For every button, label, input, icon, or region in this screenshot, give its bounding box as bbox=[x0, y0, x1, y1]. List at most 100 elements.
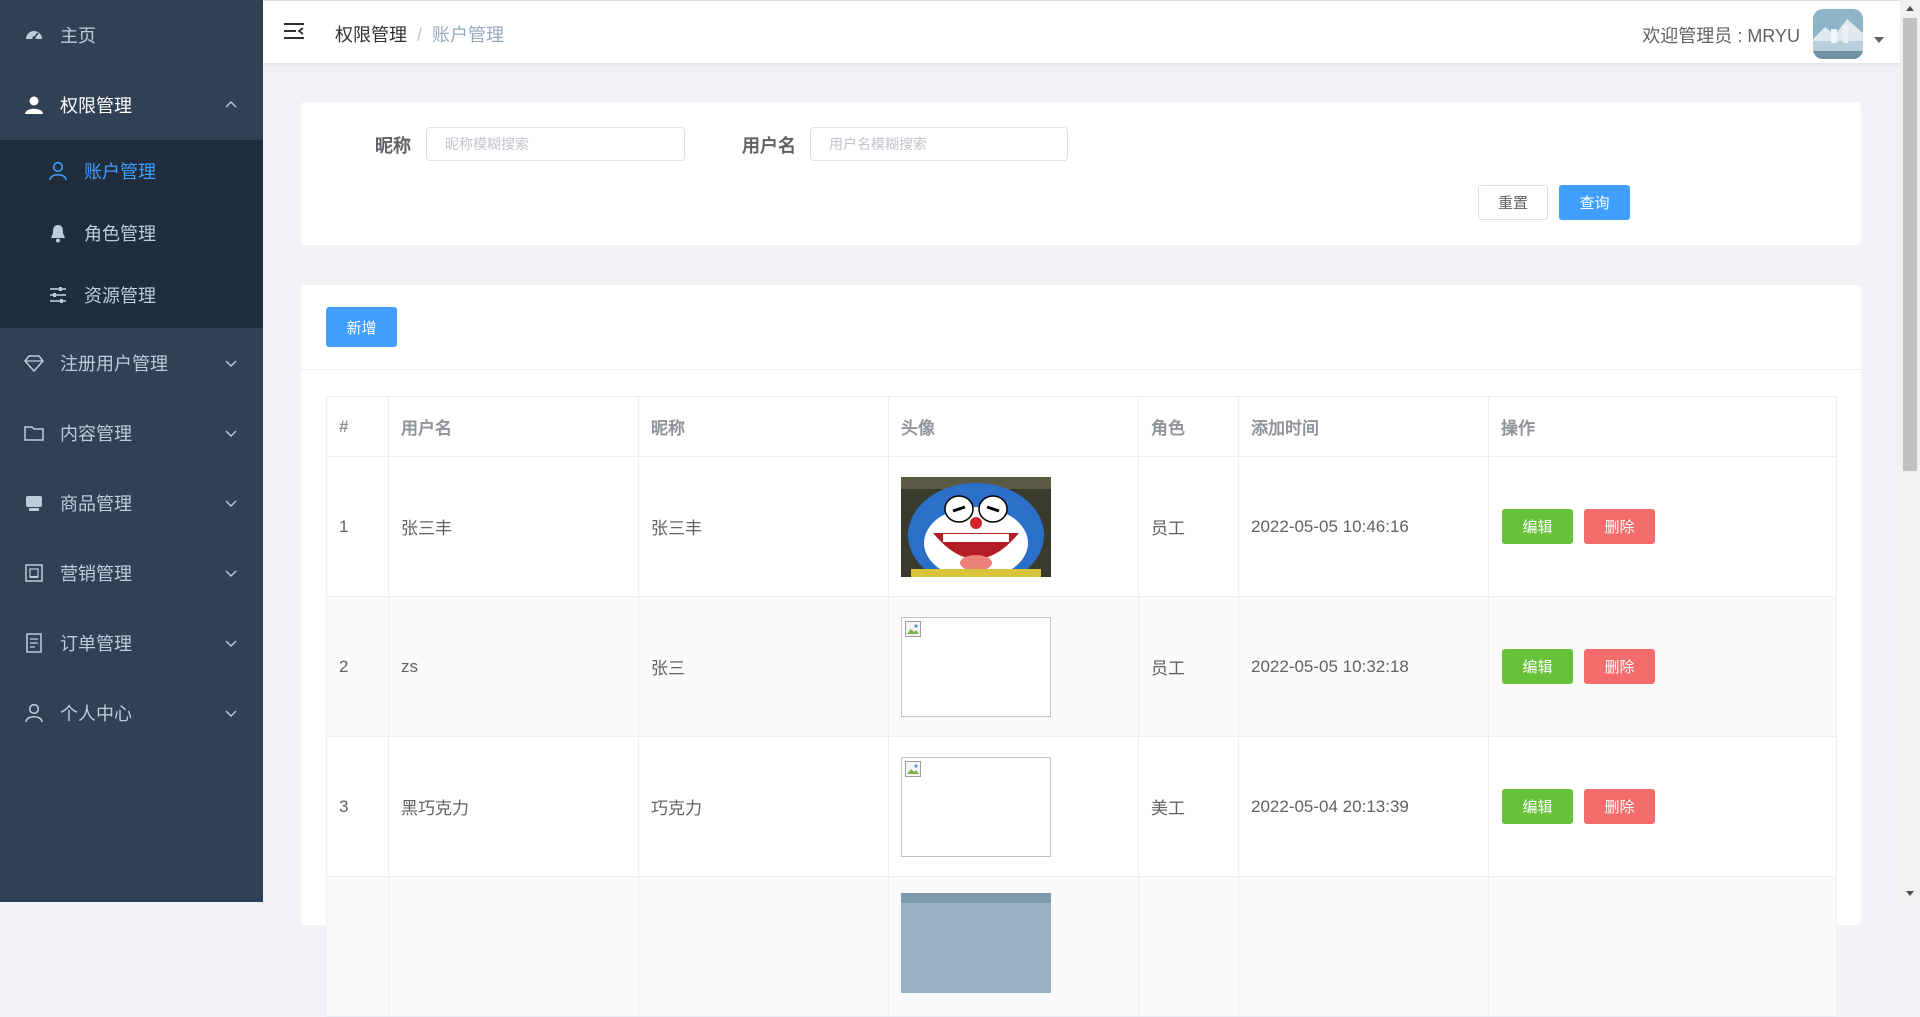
menu-item-registered-users[interactable]: 注册用户管理 bbox=[0, 328, 263, 398]
cell-nickname: 巧克力 bbox=[639, 737, 889, 876]
cell-index bbox=[326, 877, 389, 1016]
edit-button[interactable]: 编辑 bbox=[1502, 649, 1573, 684]
submenu-item-account[interactable]: 账户管理 bbox=[0, 140, 263, 202]
cell-role: 员工 bbox=[1139, 457, 1239, 596]
menu-label-profile: 个人中心 bbox=[60, 704, 132, 724]
cell-avatar bbox=[889, 737, 1139, 876]
delete-button[interactable]: 删除 bbox=[1584, 789, 1655, 824]
menu-item-content[interactable]: 内容管理 bbox=[0, 398, 263, 468]
chevron-down-icon bbox=[225, 640, 237, 647]
scroll-down-arrow-icon[interactable] bbox=[1906, 891, 1914, 896]
search-form-card: 昵称 昵称模糊搜索 用户名 用户名模糊搜索 重置 查询 bbox=[301, 102, 1861, 245]
cell-created bbox=[1239, 877, 1489, 1016]
marketing-icon bbox=[24, 563, 44, 583]
scrollbar-thumb[interactable] bbox=[1903, 18, 1917, 471]
avatar-image-doraemon bbox=[901, 476, 1051, 577]
delete-button[interactable]: 删除 bbox=[1584, 649, 1655, 684]
cell-actions: 编辑 删除 bbox=[1489, 597, 1837, 736]
user-outline-icon bbox=[48, 161, 68, 181]
menu-item-goods[interactable]: 商品管理 bbox=[0, 468, 263, 538]
column-header-nickname: 昵称 bbox=[639, 397, 889, 456]
submenu-item-role[interactable]: 角色管理 bbox=[0, 202, 263, 264]
nickname-label: 昵称 bbox=[375, 136, 411, 156]
broken-image-icon bbox=[905, 620, 921, 637]
cell-actions: 编辑 删除 bbox=[1489, 737, 1837, 876]
cell-nickname: 张三 bbox=[639, 597, 889, 736]
username-label: 用户名 bbox=[742, 136, 796, 156]
goods-icon bbox=[24, 493, 44, 513]
scroll-up-arrow-icon[interactable] bbox=[1906, 6, 1914, 11]
cell-actions: 编辑 删除 bbox=[1489, 457, 1837, 596]
top-navbar: 权限管理 / 账户管理 欢迎管理员 : MRYU bbox=[263, 0, 1920, 63]
broken-image-icon bbox=[905, 760, 921, 777]
cell-avatar bbox=[889, 457, 1139, 596]
submenu-label-resource: 资源管理 bbox=[84, 286, 156, 306]
nickname-search-input[interactable]: 昵称模糊搜索 bbox=[426, 127, 685, 161]
cell-avatar bbox=[889, 597, 1139, 736]
chevron-down-icon bbox=[225, 570, 237, 577]
page-scrollbar[interactable] bbox=[1900, 0, 1920, 902]
sliders-icon bbox=[48, 285, 68, 305]
folder-icon bbox=[24, 423, 44, 443]
column-header-index: # bbox=[326, 397, 389, 456]
menu-item-marketing[interactable]: 营销管理 bbox=[0, 538, 263, 608]
chevron-down-icon bbox=[225, 500, 237, 507]
reset-button[interactable]: 重置 bbox=[1478, 185, 1548, 220]
menu-label-marketing: 营销管理 bbox=[60, 564, 132, 584]
menu-item-home[interactable]: 主页 bbox=[0, 0, 263, 70]
dashboard-icon bbox=[24, 25, 44, 45]
chevron-up-icon bbox=[225, 101, 237, 108]
cell-role: 美工 bbox=[1139, 737, 1239, 876]
table-row: 2 zs 张三 员工 2022-05-05 10:32:18 编辑 删除 bbox=[326, 597, 1837, 737]
menu-item-profile[interactable]: 个人中心 bbox=[0, 678, 263, 748]
query-button[interactable]: 查询 bbox=[1559, 185, 1630, 220]
cell-index: 3 bbox=[326, 737, 389, 876]
cell-created: 2022-05-05 10:46:16 bbox=[1239, 457, 1489, 596]
cell-created: 2022-05-04 20:13:39 bbox=[1239, 737, 1489, 876]
username-search-input[interactable]: 用户名模糊搜索 bbox=[810, 127, 1068, 161]
add-button[interactable]: 新增 bbox=[326, 307, 397, 347]
table-row bbox=[326, 877, 1837, 1017]
bell-icon bbox=[48, 223, 68, 243]
edit-button[interactable]: 编辑 bbox=[1502, 789, 1573, 824]
column-header-created: 添加时间 bbox=[1239, 397, 1489, 456]
caret-down-icon[interactable] bbox=[1874, 37, 1884, 43]
column-header-actions: 操作 bbox=[1489, 397, 1837, 456]
submenu-label-account: 账户管理 bbox=[84, 162, 156, 182]
cell-index: 2 bbox=[326, 597, 389, 736]
breadcrumb: 权限管理 / 账户管理 bbox=[335, 21, 504, 47]
column-header-role: 角色 bbox=[1139, 397, 1239, 456]
cell-username bbox=[389, 877, 639, 1016]
menu-label-orders: 订单管理 bbox=[60, 634, 132, 654]
sidebar: 主页 权限管理 账户管理 角色管理 资源管理 注册用户管理 内容管理 商品管理 … bbox=[0, 0, 263, 902]
avatar-image-broken bbox=[901, 616, 1051, 717]
submenu-item-resource[interactable]: 资源管理 bbox=[0, 264, 263, 326]
avatar[interactable] bbox=[1813, 9, 1863, 59]
edit-button[interactable]: 编辑 bbox=[1502, 509, 1573, 544]
submenu-label-role: 角色管理 bbox=[84, 224, 156, 244]
menu-item-orders[interactable]: 订单管理 bbox=[0, 608, 263, 678]
column-header-username: 用户名 bbox=[389, 397, 639, 456]
menu-label-home: 主页 bbox=[60, 26, 96, 46]
table-row: 1 张三丰 张三丰 员工 2022-05-05 10:46:16 编辑 删除 bbox=[326, 457, 1837, 597]
menu-label-content: 内容管理 bbox=[60, 424, 132, 444]
hamburger-icon[interactable] bbox=[283, 21, 305, 41]
menu-label-goods: 商品管理 bbox=[60, 494, 132, 514]
cell-actions bbox=[1489, 877, 1837, 1016]
menu-label-permission: 权限管理 bbox=[60, 96, 132, 116]
menu-item-permission[interactable]: 权限管理 bbox=[0, 70, 263, 140]
cell-role bbox=[1139, 877, 1239, 1016]
diamond-icon bbox=[24, 353, 44, 373]
cell-nickname: 张三丰 bbox=[639, 457, 889, 596]
account-table-card: 新增 # 用户名 昵称 头像 角色 添加时间 操作 1 张三丰 张三丰 员工 2… bbox=[301, 285, 1861, 1017]
person-icon bbox=[24, 703, 44, 723]
breadcrumb-item-permission[interactable]: 权限管理 bbox=[335, 25, 407, 45]
menu-label-registered-users: 注册用户管理 bbox=[60, 354, 168, 374]
cell-username: 张三丰 bbox=[389, 457, 639, 596]
cell-index: 1 bbox=[326, 457, 389, 596]
cell-created: 2022-05-05 10:32:18 bbox=[1239, 597, 1489, 736]
breadcrumb-item-account: 账户管理 bbox=[432, 25, 505, 45]
breadcrumb-separator: / bbox=[417, 25, 423, 45]
delete-button[interactable]: 删除 bbox=[1584, 509, 1655, 544]
chevron-down-icon bbox=[225, 360, 237, 367]
